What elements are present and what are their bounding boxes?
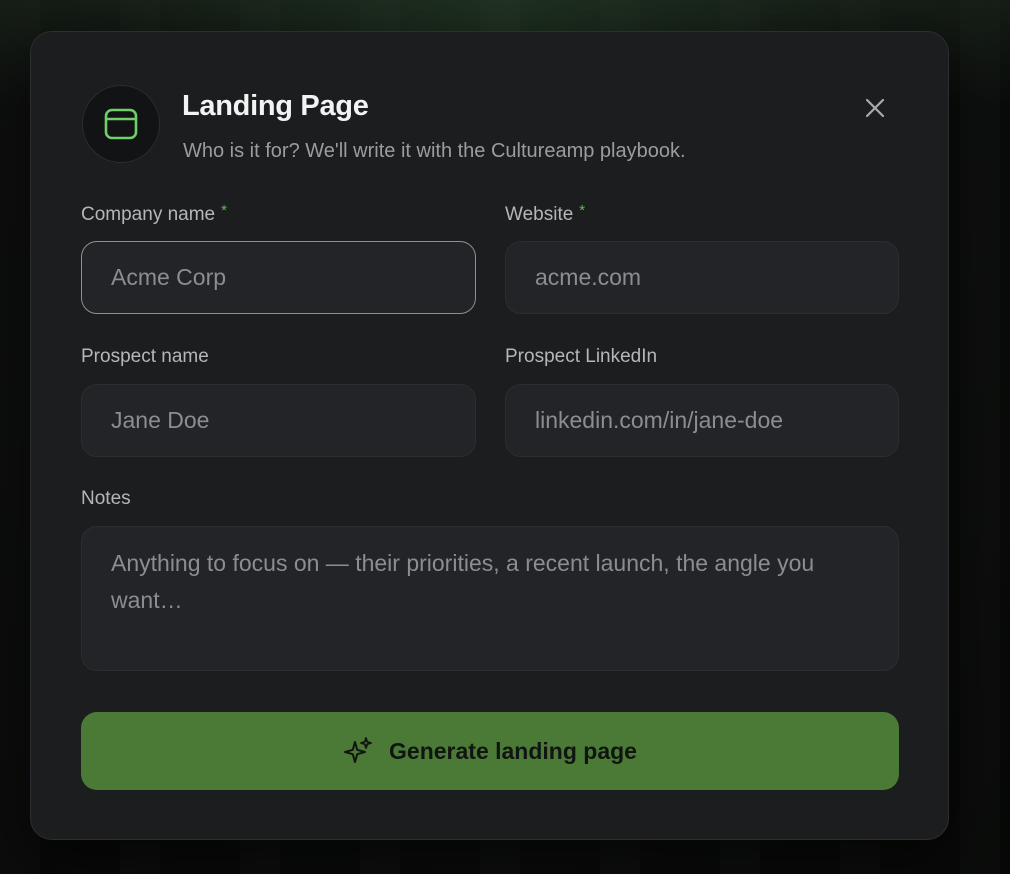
notes-textarea[interactable]: [81, 526, 899, 671]
sparkles-icon: [344, 737, 372, 763]
browser-window-icon: [104, 108, 138, 140]
company-name-label: Company name *: [81, 202, 227, 226]
header-icon-badge: [82, 85, 160, 163]
generate-landing-page-button[interactable]: Generate landing page: [81, 712, 899, 790]
prospect-name-label: Prospect name: [81, 346, 209, 367]
required-marker: *: [579, 202, 586, 219]
company-name-label-text: Company name: [81, 204, 216, 225]
modal-subtitle: Who is it for? We'll write it with the C…: [183, 140, 686, 162]
prospect-name-input[interactable]: [81, 384, 476, 457]
close-icon: [865, 98, 885, 118]
required-marker: *: [221, 202, 227, 219]
notes-label: Notes: [81, 488, 131, 509]
company-name-input[interactable]: [81, 241, 476, 314]
prospect-linkedin-input[interactable]: [505, 384, 899, 457]
website-label-text: Website: [505, 204, 574, 225]
landing-page-modal: Landing Page Who is it for? We'll write …: [30, 31, 949, 840]
prospect-linkedin-label: Prospect LinkedIn: [505, 346, 658, 367]
website-label: Website *: [505, 202, 586, 226]
close-button[interactable]: [859, 92, 891, 124]
generate-button-label: Generate landing page: [389, 737, 637, 764]
website-input[interactable]: [505, 241, 899, 314]
modal-title: Landing Page: [182, 90, 369, 122]
